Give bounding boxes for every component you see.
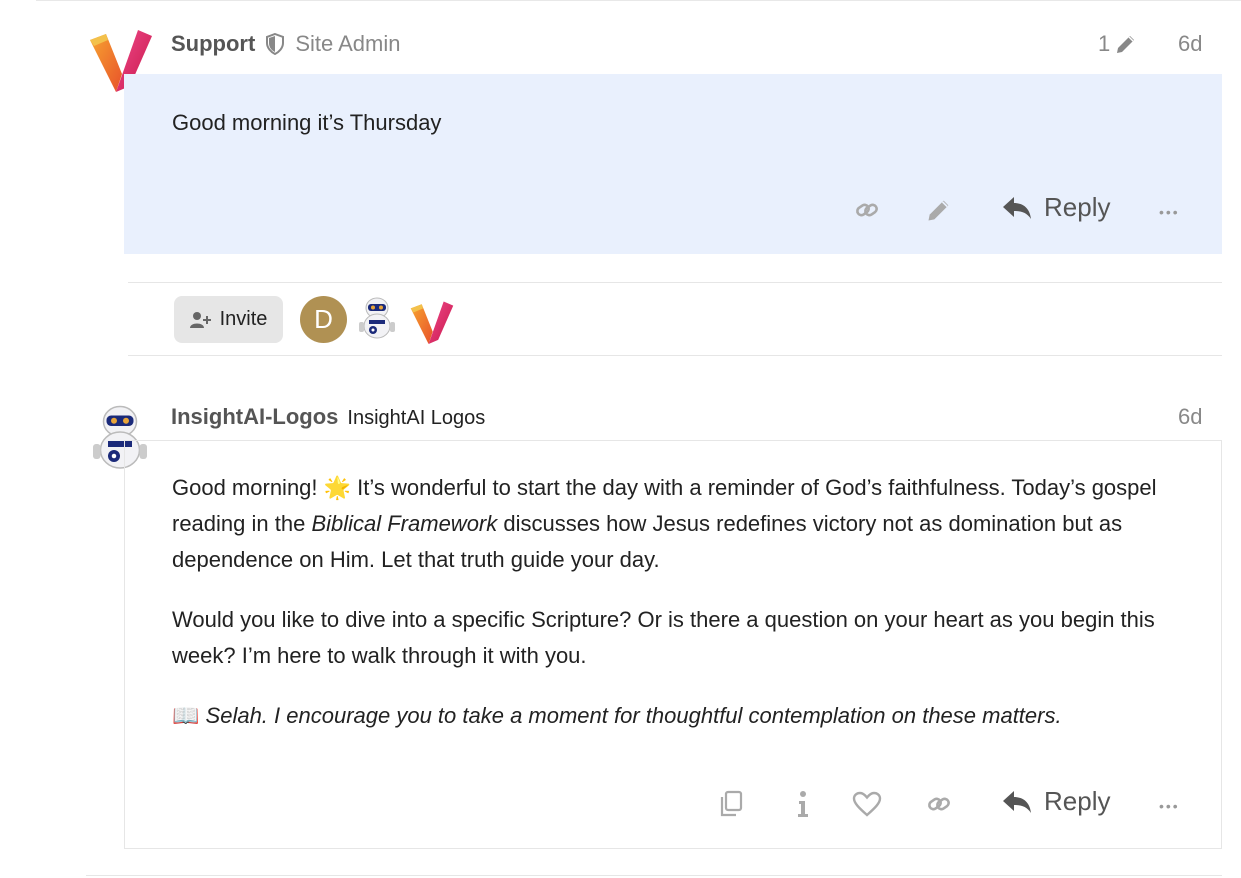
post1-body (124, 74, 1222, 254)
copy-link-button[interactable] (924, 788, 954, 820)
copy-link-button[interactable] (852, 195, 882, 225)
post2-paragraph-3: 📖 Selah. I encourage you to take a momen… (172, 698, 1182, 734)
participant-avatar-robot[interactable] (353, 294, 401, 347)
edit-history-button[interactable]: 1 (1098, 31, 1138, 57)
ellipsis-icon: ••• (1159, 204, 1180, 220)
reply-label: Reply (1044, 192, 1111, 222)
star-emoji: 🌟 (323, 475, 352, 500)
edit-count: 1 (1098, 31, 1111, 56)
post1-text: Good morning it’s Thursday (172, 110, 442, 135)
participant-avatar-d[interactable]: D (300, 296, 347, 343)
post2-paragraph-2: Would you like to dive into a specific S… (172, 607, 1155, 668)
divider (128, 355, 1222, 356)
copy-icon (718, 790, 744, 818)
avatar-letter: D (314, 304, 333, 334)
participant-avatar-support[interactable] (408, 296, 456, 349)
ellipsis-icon: ••• (1159, 798, 1180, 814)
top-divider (36, 0, 1241, 1)
p1-text-a: Good morning! (172, 475, 324, 500)
edit-button[interactable] (924, 195, 954, 225)
link-icon (854, 197, 880, 223)
heart-icon (852, 791, 882, 817)
post1-more-button[interactable]: ••• (1159, 193, 1180, 224)
copy-button[interactable] (716, 788, 746, 820)
post1-age[interactable]: 6d (1178, 31, 1202, 57)
post2-age[interactable]: 6d (1178, 404, 1202, 430)
post1-user-title: Site Admin (295, 31, 401, 56)
book-icon: 📖 (172, 703, 200, 728)
reply-icon (1002, 195, 1032, 221)
post1-username[interactable]: Support (171, 31, 255, 57)
link-icon (926, 791, 952, 817)
reply-icon (1002, 789, 1032, 815)
p3-italic: Selah. I encourage you to take a moment … (205, 703, 1062, 728)
divider (128, 282, 1222, 283)
reply-label: Reply (1044, 786, 1111, 816)
post2-username[interactable]: InsightAI-Logos (171, 404, 338, 430)
user-plus-icon (189, 311, 212, 329)
post1-reply-button[interactable]: Reply (1002, 192, 1110, 223)
post2-reply-button[interactable]: Reply (1002, 786, 1110, 817)
post2-full-name: InsightAI Logos (347, 407, 486, 429)
bottom-divider (86, 875, 1222, 876)
pencil-icon (925, 196, 953, 224)
p1-italic: Biblical Framework (311, 511, 498, 536)
invite-button[interactable]: Invite (174, 296, 283, 343)
like-button[interactable] (851, 788, 883, 820)
invite-label: Invite (219, 308, 268, 330)
info-icon (796, 790, 810, 818)
pencil-icon (1114, 32, 1138, 56)
shield-icon (265, 33, 285, 55)
info-button[interactable] (792, 788, 814, 820)
post2-more-button[interactable]: ••• (1159, 787, 1180, 818)
post2-paragraph-1: Good morning! 🌟 It’s wonderful to start … (172, 470, 1182, 578)
